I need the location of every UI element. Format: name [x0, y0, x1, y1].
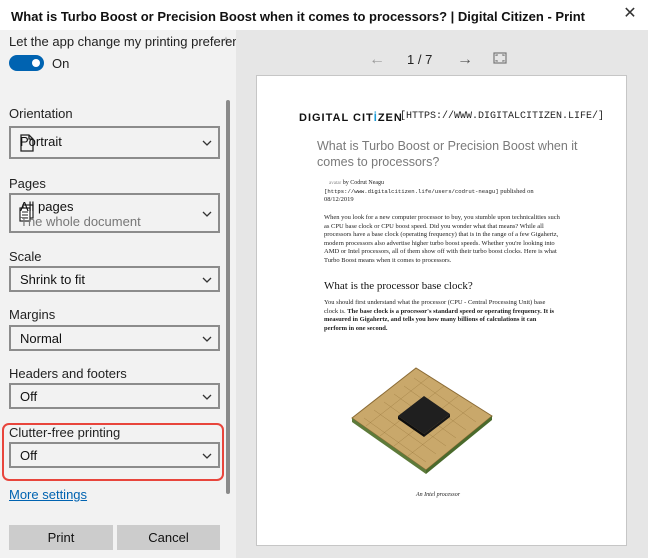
more-settings-link[interactable]: More settings [9, 487, 87, 502]
headers-footers-label: Headers and footers [9, 366, 127, 381]
paragraph-bold-text: The base clock is a processor's standard… [324, 307, 555, 332]
cancel-button[interactable]: Cancel [117, 525, 220, 550]
page-indicator: 1 / 7 [407, 52, 433, 67]
window-title: What is Turbo Boost or Precision Boost w… [11, 9, 586, 24]
margins-select[interactable]: Normal [9, 325, 220, 351]
margins-label: Margins [9, 307, 56, 322]
processor-image [351, 367, 493, 474]
preferences-toggle[interactable] [9, 55, 44, 71]
byline-date: 08/12/2019 [324, 196, 354, 203]
orientation-select[interactable]: Portrait [9, 126, 220, 159]
chevron-down-icon [202, 209, 212, 219]
pages-subvalue: The whole document [20, 214, 141, 229]
author-avatar: avatar [329, 181, 342, 186]
byline-date-prefix: published on [500, 188, 534, 195]
article-heading: What is the processor base clock? [324, 280, 473, 292]
article-paragraph: When you look for a new computer process… [324, 214, 560, 264]
settings-scrollbar[interactable] [226, 100, 230, 494]
pages-select[interactable]: All pages The whole document [9, 193, 220, 233]
headers-footers-value: Off [20, 389, 38, 404]
pages-value: All pages [20, 199, 74, 214]
byline-url: [https://www.digitalcitizen.life/users/c… [324, 188, 499, 195]
article-paragraph: You should first understand what the pro… [324, 299, 560, 333]
byline: avatar by Codrut Neagu [329, 180, 384, 186]
site-logo: DIGITAL CITİZEN [299, 112, 403, 124]
scale-select[interactable]: Shrink to fit [9, 266, 220, 292]
fit-page-icon[interactable] [493, 52, 507, 67]
chevron-down-icon [202, 334, 212, 344]
headers-footers-select[interactable]: Off [9, 383, 220, 409]
close-icon[interactable]: ✕ [612, 0, 648, 26]
previous-page-icon[interactable]: ← [369, 51, 385, 69]
url-header: [HTTPS://WWW.DIGITALCITIZEN.LIFE/] [400, 111, 605, 122]
preferences-label: Let the app change my printing preferenc… [9, 34, 260, 49]
byline-author: by Codrut Neagu [342, 180, 385, 186]
print-button[interactable]: Print [9, 525, 113, 550]
title-bar: What is Turbo Boost or Precision Boost w… [0, 0, 648, 32]
orientation-value: Portrait [20, 134, 62, 149]
preferences-state: On [52, 56, 70, 71]
byline-details: [https://www.digitalcitizen.life/users/c… [324, 188, 554, 204]
chevron-down-icon [202, 275, 212, 285]
article-title: What is Turbo Boost or Precision Boost w… [317, 139, 578, 169]
next-page-icon[interactable]: → [457, 51, 473, 69]
pages-label: Pages [9, 176, 46, 191]
chevron-down-icon [202, 392, 212, 402]
scale-label: Scale [9, 249, 42, 264]
margins-value: Normal [20, 331, 62, 346]
chevron-down-icon [202, 138, 212, 148]
clutter-free-highlight [2, 423, 224, 481]
orientation-label: Orientation [9, 106, 73, 121]
image-caption: An Intel processor [416, 492, 461, 498]
scale-value: Shrink to fit [20, 272, 86, 287]
